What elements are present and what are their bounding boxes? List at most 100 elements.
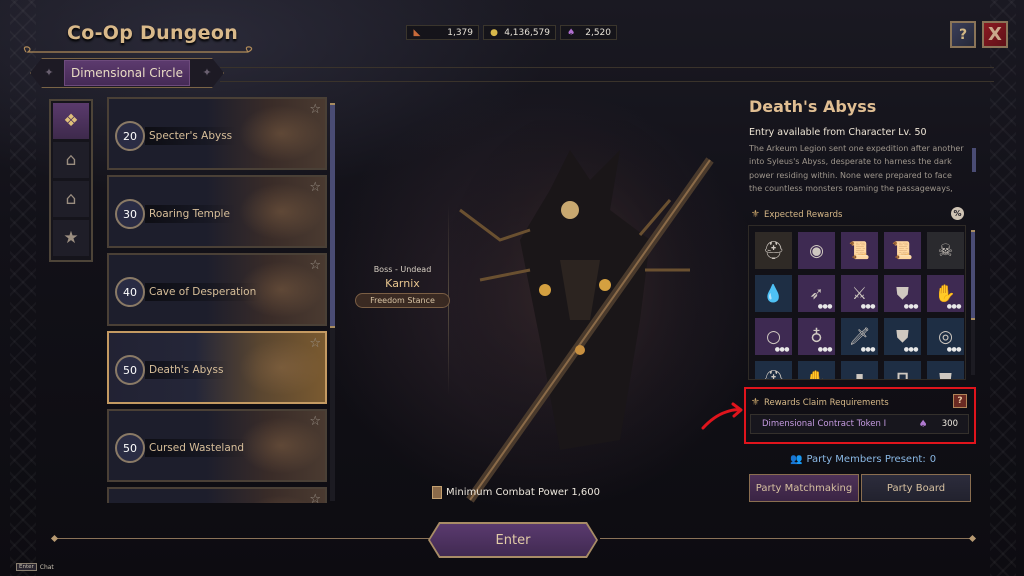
reward-item-armor[interactable]: ⛊ ●●● (884, 275, 921, 312)
entry-requirement: Entry available from Character Lv. 50 (749, 127, 927, 138)
dungeon-name: Specter's Abyss (145, 127, 239, 145)
dimensional-token-icon: ♠ (566, 27, 576, 38)
dungeon-card-deaths-abyss[interactable]: 50 Death's Abyss ☆ (107, 331, 327, 404)
prev-subtab-icon[interactable]: ✦ (42, 66, 56, 80)
favorite-star-icon[interactable]: ☆ (309, 102, 321, 117)
reward-item-plate-armor[interactable]: ⛊ (927, 361, 964, 380)
boss-name: Karnix (385, 277, 420, 290)
medal-icon: ◉ (809, 240, 824, 261)
scroll-gold-icon: 📜 (891, 240, 914, 261)
party-members-present: 👥 Party Members Present: 0 (790, 454, 937, 465)
dungeon-card-roaring-temple[interactable]: 30 Roaring Temple ☆ (107, 175, 327, 248)
subtab-dimensional-circle[interactable]: Dimensional Circle (64, 60, 190, 86)
close-icon: X (988, 24, 1002, 45)
sword-icon: 🗡 (848, 326, 871, 347)
enter-key: Enter (16, 563, 37, 571)
description-scrollbar[interactable] (972, 148, 976, 172)
reward-item-scroll-red[interactable]: 📜 (841, 232, 878, 269)
favorite-star-icon[interactable]: ☆ (309, 414, 321, 429)
header-divider (220, 67, 994, 68)
reward-item-necklace[interactable]: ♁ ●●● (798, 318, 835, 355)
chest-armor-icon: ⛊ (896, 326, 909, 347)
reward-item-gauntlet[interactable]: ✋ ●●● (927, 275, 964, 312)
helmet-lamp-icon: ⛑ (762, 240, 785, 261)
gate-sparkle-icon: ⌂ (65, 189, 77, 209)
dungeon-list-scrollbar[interactable] (330, 103, 335, 501)
tab-favorites[interactable]: ★ (53, 220, 89, 256)
scrollbar-thumb[interactable] (330, 103, 335, 328)
party-matchmaking-button[interactable]: Party Matchmaking (749, 474, 859, 502)
favorite-star-icon[interactable]: ☆ (309, 258, 321, 273)
category-tabs: ❖ ⌂ ⌂ ★ (49, 99, 93, 262)
rewards-scrollbar[interactable] (971, 230, 975, 375)
reward-item-sword-shield[interactable]: ⚔ ●●● (841, 275, 878, 312)
tab-gate-special[interactable]: ⌂ (53, 181, 89, 217)
claim-item-value: 300 (941, 419, 958, 429)
reward-item-sword[interactable]: 🗡 ●●● (841, 318, 878, 355)
dungeon-card-partial[interactable]: ☆ (107, 487, 327, 503)
dungeon-name: Roaring Temple (145, 205, 236, 223)
reward-item-pants[interactable]: ∏ (884, 361, 921, 380)
claim-help-button[interactable]: ? (953, 394, 967, 408)
dungeon-detail-title: Death's Abyss (749, 97, 877, 116)
water-drop-icon: 💧 (762, 283, 785, 304)
currency-ticket: ◣ 1,379 (406, 25, 479, 40)
party-count: 0 (929, 454, 937, 465)
more-options-icon: ●●● (817, 346, 833, 353)
sword-shield-icon: ⚔ (851, 283, 868, 304)
more-options-icon: ●●● (946, 346, 962, 353)
plate-armor-icon: ⛊ (939, 369, 952, 380)
more-options-icon: ●●● (860, 303, 876, 310)
scrollbar-thumb[interactable] (971, 230, 975, 320)
currency-dimensional-token: ♠ 2,520 (560, 25, 617, 40)
favorite-star-icon[interactable]: ☆ (309, 336, 321, 351)
boss-info: Boss - Undead Karnix Freedom Stance (355, 265, 450, 308)
level-badge: 20 (115, 121, 145, 151)
more-options-icon: ●●● (817, 303, 833, 310)
reward-item-bracelet[interactable]: ◎ ●●● (927, 318, 964, 355)
boss-type: Boss - Undead (373, 265, 432, 274)
reward-item-gloves[interactable]: ✋ (798, 361, 835, 379)
help-button[interactable]: ? (950, 21, 976, 48)
party-board-button[interactable]: Party Board (861, 474, 971, 502)
reward-item-helmet-lamp[interactable]: ⛑ (755, 232, 792, 269)
more-options-icon: ●●● (860, 346, 876, 353)
reward-item-skull-coin[interactable]: ☠ (927, 232, 964, 269)
next-subtab-icon[interactable]: ✦ (200, 66, 214, 80)
reward-item-medal[interactable]: ◉ (798, 232, 835, 269)
reward-item-water-drop[interactable]: 💧 (755, 275, 792, 312)
gauntlet-icon: ✋ (934, 283, 957, 304)
favorite-star-icon[interactable]: ☆ (309, 180, 321, 195)
pants-icon: ∏ (896, 369, 909, 380)
party-icon: 👥 (790, 454, 803, 465)
level-badge: 50 (115, 355, 145, 385)
reward-item-scroll-gold[interactable]: 📜 (884, 232, 921, 269)
reward-item-boots[interactable]: ▮ (841, 361, 878, 380)
close-button[interactable]: X (982, 21, 1008, 48)
currency-gold: ● 4,136,579 (483, 25, 556, 40)
chat-hint[interactable]: Enter Chat (16, 563, 54, 571)
help-icon: ? (958, 26, 968, 43)
level-badge: 30 (115, 199, 145, 229)
reward-item-chest-armor[interactable]: ⛊ ●●● (884, 318, 921, 355)
favorite-star-icon[interactable]: ☆ (309, 492, 321, 503)
boss-stance-badge: Freedom Stance (355, 293, 450, 308)
star-icon: ★ (63, 228, 79, 248)
tab-all-dungeons[interactable]: ❖ (53, 103, 89, 139)
skull-coin-icon: ☠ (937, 240, 954, 261)
claim-item-name: Dimensional Contract Token I (762, 419, 887, 429)
enter-button[interactable]: Enter (430, 524, 596, 556)
reward-item-bow[interactable]: ➶ ●●● (798, 275, 835, 312)
fleur-icon: ⚜ (751, 209, 760, 220)
reward-item-helm[interactable]: ⛑ (755, 361, 792, 379)
dungeon-card-cave-of-desperation[interactable]: 40 Cave of Desperation ☆ (107, 253, 327, 326)
drop-rate-button[interactable]: % (951, 207, 964, 220)
dungeon-card-cursed-wasteland[interactable]: 50 Cursed Wasteland ☆ (107, 409, 327, 482)
dungeon-description: The Arkeum Legion sent one expedition af… (749, 144, 964, 193)
chat-label: Chat (39, 563, 54, 571)
tab-gate[interactable]: ⌂ (53, 142, 89, 178)
boots-icon: ▮ (854, 369, 865, 380)
dungeon-card-specters-abyss[interactable]: 20 Specter's Abyss ☆ (107, 97, 327, 170)
reward-item-ring[interactable]: ○ ●●● (755, 318, 792, 355)
side-ornament-right (990, 0, 1016, 576)
